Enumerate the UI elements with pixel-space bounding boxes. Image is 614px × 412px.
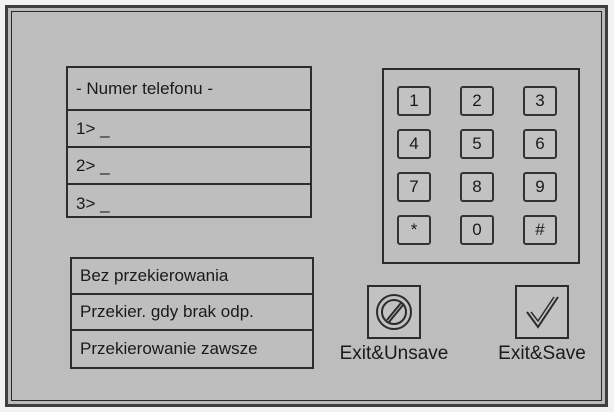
key-7[interactable]: 7 (397, 172, 431, 202)
phone-entry-3[interactable]: 3> _ (68, 185, 310, 222)
key-4[interactable]: 4 (397, 129, 431, 159)
phone-entry-2[interactable]: 2> _ (68, 148, 310, 185)
key-8[interactable]: 8 (460, 172, 494, 202)
key-5[interactable]: 5 (460, 129, 494, 159)
phone-number-list: - Numer telefonu - 1> _ 2> _ 3> _ (66, 66, 312, 218)
forward-option-always[interactable]: Przekierowanie zawsze (72, 331, 312, 367)
exit-save-label: Exit&Save (498, 343, 586, 364)
key-0[interactable]: 0 (460, 215, 494, 245)
exit-save-button[interactable]: Exit&Save (486, 285, 598, 365)
cancel-circle-slash-icon (367, 285, 421, 339)
key-star[interactable]: * (397, 215, 431, 245)
key-9[interactable]: 9 (523, 172, 557, 202)
key-2[interactable]: 2 (460, 86, 494, 116)
exit-unsave-button[interactable]: Exit&Unsave (333, 285, 455, 365)
phone-entry-1[interactable]: 1> _ (68, 111, 310, 148)
key-hash[interactable]: # (523, 215, 557, 245)
forward-option-no-answer[interactable]: Przekier. gdy brak odp. (72, 295, 312, 331)
keypad: 1 2 3 4 5 6 7 8 9 * 0 # (382, 68, 580, 264)
key-3[interactable]: 3 (523, 86, 557, 116)
phone-list-header: - Numer telefonu - (68, 68, 310, 111)
key-6[interactable]: 6 (523, 129, 557, 159)
exit-unsave-label: Exit&Unsave (339, 343, 449, 364)
settings-panel: - Numer telefonu - 1> _ 2> _ 3> _ Bez pr… (5, 5, 608, 407)
checkmark-icon (515, 285, 569, 339)
key-1[interactable]: 1 (397, 86, 431, 116)
forwarding-options: Bez przekierowania Przekier. gdy brak od… (70, 257, 314, 369)
forward-option-none[interactable]: Bez przekierowania (72, 259, 312, 295)
